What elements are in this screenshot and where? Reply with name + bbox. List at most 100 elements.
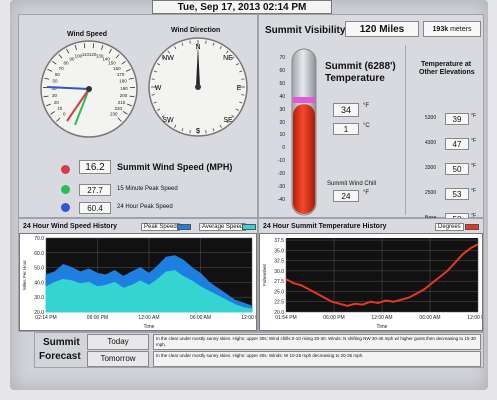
thermometer-tick-label: -10 bbox=[277, 158, 285, 165]
x-tick-label: 06:00 AM bbox=[190, 315, 211, 321]
current-speed-indicator bbox=[61, 165, 70, 174]
speed-tick-label: 190 bbox=[120, 86, 128, 91]
speed-tick-label: 210 bbox=[118, 100, 126, 105]
temperature-title-2: Temperature bbox=[325, 73, 385, 84]
temperature-title-1: Summit (6288') bbox=[325, 61, 396, 72]
y-tick-label: 37.5 bbox=[274, 238, 284, 244]
x-tick-label: 06:00 PM bbox=[323, 315, 344, 321]
speed-tick-label: 230 bbox=[110, 112, 118, 117]
temp-history-title: 24 Hour Summit Temperature History bbox=[263, 223, 387, 230]
thermometer-tick-label: 30 bbox=[279, 106, 285, 113]
speed-tick-label: 30 bbox=[52, 93, 58, 98]
direction-tick bbox=[189, 130, 191, 134]
direction-tick bbox=[189, 40, 191, 44]
thermometer-tick-label: 0 bbox=[282, 145, 285, 152]
x-tick-label: 12:00 AM bbox=[371, 315, 392, 321]
peak24-label: 24 Hour Peak Speed bbox=[117, 204, 173, 210]
y-tick-label: 35.0 bbox=[274, 248, 284, 254]
windchill-value: 24 bbox=[333, 190, 359, 202]
speed-tick-label: 170 bbox=[117, 72, 125, 77]
wind-speed-gauge: 0102030405060708090100110120130140150160… bbox=[40, 40, 138, 138]
y-tick-label: 30.0 bbox=[274, 269, 284, 275]
elevation-divider bbox=[405, 45, 406, 215]
thermometer-tick-label: 50 bbox=[279, 80, 285, 87]
y-tick-label: 30.0 bbox=[34, 295, 44, 301]
y-tick-label: 25.0 bbox=[274, 289, 284, 295]
direction-tick bbox=[241, 94, 245, 96]
temp-legend-label: Degrees bbox=[435, 223, 464, 231]
elevation-label: 2500 bbox=[425, 190, 437, 196]
direction-tick bbox=[241, 78, 245, 80]
temperature-f-unit: °F bbox=[363, 103, 370, 109]
wind-panel: Wind Speed Wind Direction 01020304050607… bbox=[18, 14, 258, 218]
wind-direction-title: Wind Direction bbox=[171, 27, 221, 34]
wind-speed-value: 16.2 bbox=[79, 160, 111, 174]
forecast-tomorrow-text: In the clear under mostly sunny skies. H… bbox=[153, 351, 481, 367]
elevation-temp-value: 47 bbox=[445, 138, 469, 150]
speed-tick-label: 70 bbox=[59, 66, 65, 71]
x-tick-label: 02:14 PM bbox=[35, 315, 56, 321]
x-axis-label: Time bbox=[144, 324, 155, 330]
thermometer bbox=[291, 48, 317, 216]
legend-peak-swatch bbox=[177, 224, 191, 230]
x-axis-label: Time bbox=[377, 324, 388, 330]
summit-conditions-panel: Summit Visibility 120 Miles 193k meters … bbox=[258, 14, 484, 225]
wind-speed-title: Wind Speed bbox=[67, 31, 107, 38]
forecast-label-1: Summit bbox=[43, 337, 80, 348]
kiosk-screen: Tue, Sep 17, 2013 02:14 PM Wind Speed Wi… bbox=[10, 0, 488, 390]
direction-tick bbox=[151, 78, 155, 80]
speed-tick-label: 80 bbox=[63, 61, 69, 66]
forecast-panel: Summit Forecast Today Tomorrow In the cl… bbox=[34, 332, 484, 368]
speed-tick-label: 50 bbox=[52, 79, 58, 84]
elevation-title-2: Other Elevations bbox=[419, 69, 475, 76]
tomorrow-button[interactable]: Tomorrow bbox=[87, 351, 149, 367]
compass-se: SE bbox=[223, 117, 233, 124]
elevation-temp-unit: °F bbox=[471, 188, 477, 194]
windchill-unit: °F bbox=[363, 190, 370, 196]
x-tick-label: 12:00 PM bbox=[241, 315, 256, 321]
visibility-value: 120 Miles bbox=[345, 21, 419, 37]
wind-direction-gauge: N NE E SE S SW W NW bbox=[148, 37, 248, 137]
elevation-temp-unit: °F bbox=[471, 138, 477, 144]
temperature-f-value: 34 bbox=[333, 103, 359, 117]
x-tick-label: 06:00 AM bbox=[419, 315, 440, 321]
visibility-meters-value: 193k bbox=[432, 26, 449, 33]
thermometer-tick-label: -20 bbox=[277, 171, 285, 178]
temp-history-chart: 37.5 35.0 32.5 30.0 27.5 25.0 22.5 20.0 01:54 PM… bbox=[259, 233, 488, 331]
speed-tick bbox=[92, 43, 95, 49]
legend-avg-swatch bbox=[242, 224, 256, 230]
elevation-temp-unit: °F bbox=[471, 163, 477, 169]
compass-e: E bbox=[237, 85, 242, 92]
peak15-indicator bbox=[61, 185, 70, 194]
speed-tick bbox=[83, 43, 86, 49]
y-tick-label: 22.5 bbox=[274, 300, 284, 306]
direction-tick bbox=[205, 130, 207, 134]
y-tick-label: 40.0 bbox=[34, 280, 44, 286]
visibility-meters-unit: meters bbox=[450, 26, 472, 33]
windchill-label: Summit Wind Chill bbox=[327, 181, 377, 187]
temp-legend-swatch bbox=[465, 224, 479, 230]
peak15-label: 15 Minute Peak Speed bbox=[117, 186, 178, 192]
temp-history-panel: 24 Hour Summit Temperature History Degre… bbox=[258, 218, 488, 332]
compass-nw: NW bbox=[162, 55, 174, 62]
speed-tick-label: 60 bbox=[55, 72, 61, 77]
elevation-temp-unit: °F bbox=[471, 113, 477, 119]
speed-tick-label: 220 bbox=[115, 106, 123, 111]
today-button[interactable]: Today bbox=[87, 334, 149, 350]
wind-history-title: 24 Hour Wind Speed History bbox=[23, 223, 118, 230]
thermometer-tick-label: 10 bbox=[279, 132, 285, 139]
temperature-c-value: 1 bbox=[333, 123, 359, 135]
y-axis-label: Miles Per Hour bbox=[22, 260, 27, 290]
y-tick-label: 27.5 bbox=[274, 279, 284, 285]
compass-w: W bbox=[155, 85, 162, 92]
direction-tick bbox=[205, 40, 207, 44]
speed-tick-label: 160 bbox=[113, 66, 121, 71]
visibility-title: Summit Visibility bbox=[265, 25, 346, 36]
x-tick-label: 01:54 PM bbox=[275, 315, 296, 321]
datetime-display: Tue, Sep 17, 2013 02:14 PM bbox=[152, 0, 332, 14]
visibility-meters: 193k meters bbox=[423, 21, 481, 37]
thermometer-tick-label: -30 bbox=[277, 184, 285, 191]
wind-speed-label: Summit Wind Speed (MPH) bbox=[117, 162, 233, 172]
forecast-label-2: Forecast bbox=[39, 351, 81, 362]
elevation-title-1: Temperature at bbox=[421, 61, 472, 68]
